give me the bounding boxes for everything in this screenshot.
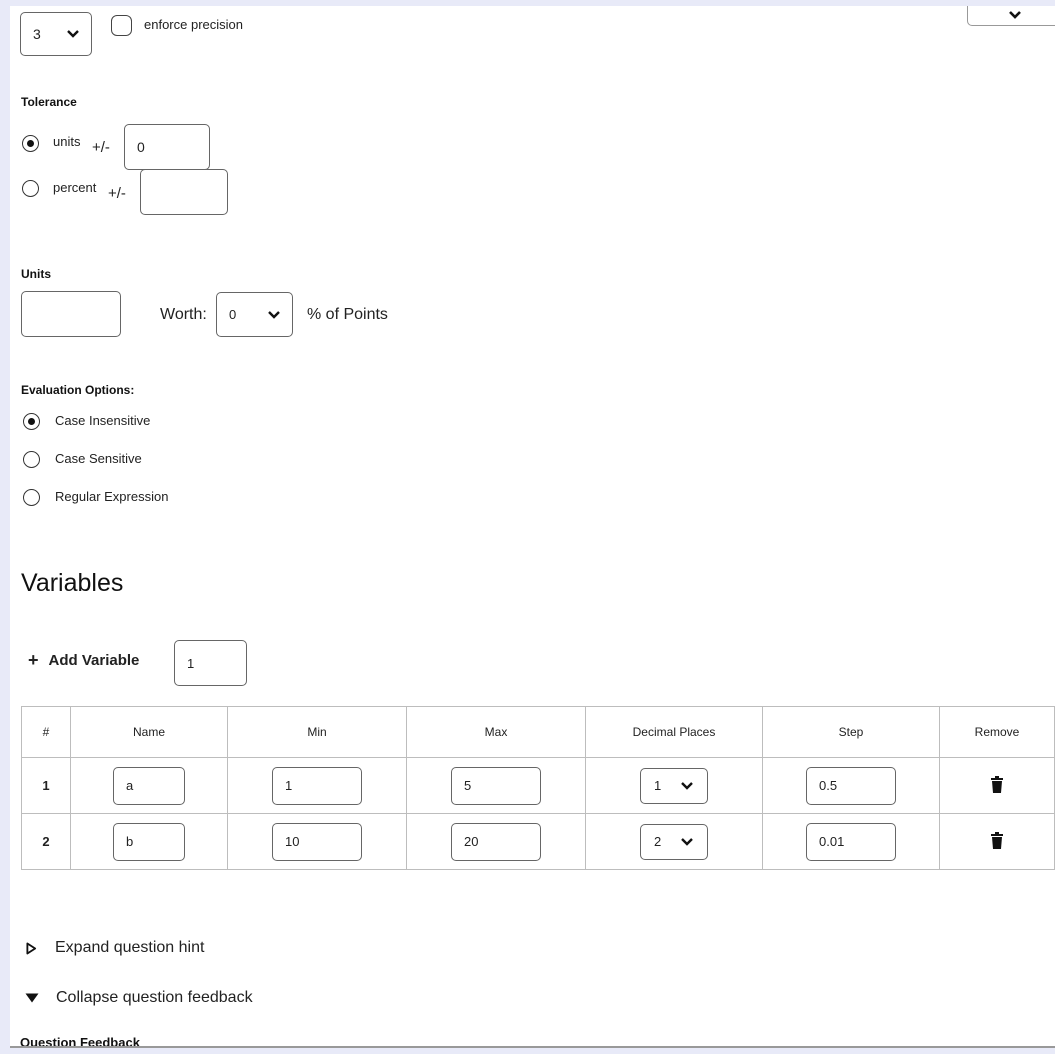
collapse-question-feedback-label: Collapse question feedback	[56, 989, 253, 1006]
column-header: Step	[762, 706, 940, 758]
evaluation-option-label: Case Sensitive	[55, 451, 142, 466]
decimal-places-value: 1	[654, 778, 662, 793]
add-variable-count-value: 1	[187, 655, 195, 671]
evaluation-options-heading: Evaluation Options:	[21, 383, 135, 397]
variable-name-value: a	[126, 778, 134, 793]
variable-step-value: 0.01	[819, 834, 845, 849]
plus-icon: +	[28, 650, 39, 670]
column-header: Min	[227, 706, 407, 758]
column-header: Remove	[939, 706, 1055, 758]
precision-select-value: 3	[33, 26, 41, 42]
units-heading: Units	[21, 267, 51, 281]
precision-select[interactable]: 3	[20, 12, 92, 56]
trash-icon[interactable]	[991, 775, 1003, 793]
variable-min-input[interactable]: 10	[272, 822, 362, 861]
triangle-right-outline-icon	[26, 942, 37, 954]
tolerance-units-label: units	[53, 134, 81, 149]
column-header: Max	[406, 706, 586, 758]
expand-question-hint-label: Expand question hint	[55, 939, 205, 956]
variables-table: # Name Min Max Decimal Places Step Remov…	[21, 706, 1055, 870]
variable-min-input[interactable]: 1	[272, 766, 362, 805]
tolerance-percent-input[interactable]	[140, 169, 228, 215]
chevron-down-icon	[681, 781, 693, 790]
variables-heading: Variables	[21, 569, 124, 597]
variable-step-value: 0.5	[819, 778, 838, 793]
evaluation-option-label: Case Insensitive	[55, 413, 151, 428]
tolerance-heading: Tolerance	[21, 95, 77, 109]
tolerance-percent-label: percent	[53, 180, 97, 195]
add-variable-count-input[interactable]: 1	[174, 640, 247, 686]
chevron-down-icon	[67, 30, 79, 38]
evaluation-option-label: Regular Expression	[55, 489, 169, 504]
variable-max-input[interactable]: 5	[451, 766, 541, 805]
column-header: Name	[70, 706, 228, 758]
tolerance-percent-radio[interactable]	[22, 180, 39, 197]
column-header: Decimal Places	[585, 706, 763, 758]
units-input[interactable]	[21, 291, 121, 337]
decimal-places-select[interactable]: 1	[640, 767, 708, 804]
decimal-places-select[interactable]: 2	[640, 823, 708, 860]
collapse-question-feedback-toggle[interactable]: Collapse question feedback	[25, 989, 253, 1007]
chevron-down-icon	[268, 310, 280, 319]
table-header-row: # Name Min Max Decimal Places Step Remov…	[21, 706, 1055, 758]
row-number: 1	[42, 778, 50, 793]
variable-max-input[interactable]: 20	[451, 822, 541, 861]
variable-name-input[interactable]: b	[113, 822, 185, 861]
top-right-select[interactable]	[967, 6, 1055, 26]
worth-select-value: 0	[229, 307, 237, 322]
row-number: 2	[42, 834, 50, 849]
add-variable-label: Add Variable	[48, 652, 140, 669]
worth-select[interactable]: 0	[216, 292, 293, 337]
trash-icon[interactable]	[991, 831, 1003, 849]
variable-step-input[interactable]: 0.01	[806, 822, 896, 861]
tolerance-units-radio[interactable]	[22, 135, 39, 152]
expand-question-hint-toggle[interactable]: Expand question hint	[26, 939, 204, 957]
variable-max-value: 20	[464, 834, 479, 849]
evaluation-case-insensitive-radio[interactable]	[23, 413, 40, 430]
chevron-down-icon	[681, 837, 693, 846]
variable-name-input[interactable]: a	[113, 766, 185, 805]
tolerance-units-value: 0	[137, 139, 145, 155]
chevron-down-icon	[1008, 11, 1021, 19]
percent-of-points-label: % of Points	[307, 306, 388, 323]
question-editor-page: 3 enforce precision Tolerance units +/- …	[10, 6, 1055, 1048]
bottom-border	[10, 1046, 1055, 1048]
table-row: 2 b 10 20 2 0.01	[21, 813, 1055, 870]
decimal-places-value: 2	[654, 834, 662, 849]
tolerance-units-plusminus: +/-	[92, 139, 110, 156]
evaluation-case-sensitive-radio[interactable]	[23, 451, 40, 468]
add-variable-button[interactable]: + Add Variable	[28, 650, 139, 671]
column-header: #	[21, 706, 71, 758]
evaluation-regex-radio[interactable]	[23, 489, 40, 506]
variable-min-value: 1	[285, 778, 293, 793]
worth-label: Worth:	[160, 306, 207, 323]
table-row: 1 a 1 5 1 0.5	[21, 757, 1055, 814]
tolerance-percent-plusminus: +/-	[108, 185, 126, 202]
variable-max-value: 5	[464, 778, 472, 793]
variable-name-value: b	[126, 834, 134, 849]
variable-min-value: 10	[285, 834, 300, 849]
tolerance-units-input[interactable]: 0	[124, 124, 210, 170]
enforce-precision-checkbox[interactable]	[111, 15, 132, 36]
variable-step-input[interactable]: 0.5	[806, 766, 896, 805]
enforce-precision-label: enforce precision	[144, 17, 243, 32]
triangle-down-filled-icon	[25, 993, 39, 1003]
